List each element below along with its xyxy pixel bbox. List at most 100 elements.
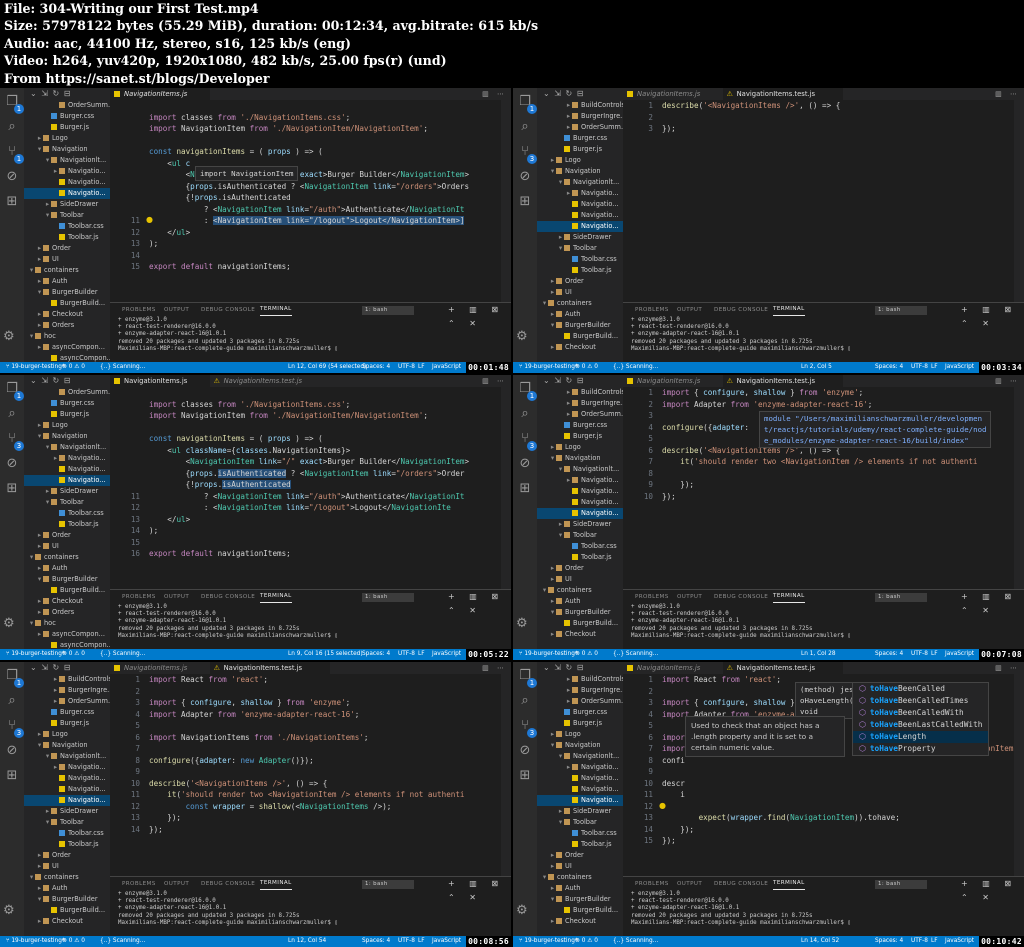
status-lang[interactable]: JavaScript: [432, 362, 461, 373]
search-icon[interactable]: ⌕: [3, 406, 21, 422]
tree-item[interactable]: ▾ BurgerBuilder: [24, 287, 110, 298]
twistie-icon[interactable]: ▸: [52, 685, 59, 696]
twistie-icon[interactable]: ▸: [36, 243, 43, 254]
panel-tab-debug-console[interactable]: DEBUG CONSOLE: [714, 590, 768, 604]
search-icon[interactable]: ⌕: [516, 406, 534, 422]
twistie-icon[interactable]: ▾: [36, 431, 43, 442]
status-position[interactable]: Ln 9, Col 16 (15 selected): [288, 649, 363, 660]
twistie-icon[interactable]: ▾: [549, 320, 556, 331]
status-branch[interactable]: ⑂ 19-burger-testing*: [6, 936, 65, 947]
tree-item[interactable]: asyncCompon...: [24, 353, 110, 362]
twistie-icon[interactable]: ▾: [557, 817, 564, 828]
minimap[interactable]: [1014, 100, 1024, 302]
tree-item[interactable]: ▸ BurgerIngre...: [24, 685, 110, 696]
twistie-icon[interactable]: ▸: [549, 574, 556, 585]
tree-item[interactable]: Navigatio...: [537, 773, 623, 784]
editor-tab[interactable]: ⚠ NavigationItems.test.js: [722, 88, 844, 100]
tree-item[interactable]: ▾ BurgerBuilder: [537, 607, 623, 618]
status-problems[interactable]: ⊗ 0 ⚠ 0: [62, 362, 85, 373]
twistie-icon[interactable]: ▸: [549, 342, 556, 353]
panel-tab-output[interactable]: OUTPUT: [677, 303, 702, 317]
split-editor-icon[interactable]: ▥ ⋯: [995, 375, 1020, 387]
extensions-icon[interactable]: ⊞: [3, 481, 21, 497]
tree-item[interactable]: ▸ SideDrawer: [537, 519, 623, 530]
terminal-select[interactable]: 1: bash: [362, 593, 414, 602]
extensions-icon[interactable]: ⊞: [3, 194, 21, 210]
tree-item[interactable]: ▸ Navigatio...: [24, 166, 110, 177]
status-problems[interactable]: ⊗ 0 ⚠ 0: [62, 936, 85, 947]
terminal-actions[interactable]: + ▥ ⊠ ⌃ ✕: [961, 303, 1024, 331]
panel-tab-output[interactable]: OUTPUT: [164, 877, 189, 891]
files-icon[interactable]: ❐ 1: [516, 381, 537, 401]
twistie-icon[interactable]: ▸: [565, 188, 572, 199]
tree-item[interactable]: Navigatio...: [24, 784, 110, 795]
tree-item[interactable]: Burger.js: [537, 144, 623, 155]
twistie-icon[interactable]: ▸: [36, 883, 43, 894]
twistie-icon[interactable]: ▾: [44, 210, 51, 221]
twistie-icon[interactable]: ▾: [549, 166, 556, 177]
split-editor-icon[interactable]: ▥ ⋯: [995, 88, 1020, 100]
twistie-icon[interactable]: ▸: [36, 850, 43, 861]
status-position[interactable]: Ln 1, Col 28: [801, 649, 836, 660]
twistie-icon[interactable]: ▸: [36, 320, 43, 331]
twistie-icon[interactable]: ▸: [36, 596, 43, 607]
panel-tab-terminal[interactable]: TERMINAL: [773, 303, 805, 316]
editor-tab[interactable]: ⚠ NavigationItems.test.js: [722, 375, 844, 387]
tree-item[interactable]: ▾ containers: [537, 585, 623, 596]
editor-tab[interactable]: ⚠ NavigationItems.test.js: [722, 662, 844, 674]
status-branch[interactable]: ⑂ 19-burger-testing*: [519, 362, 578, 373]
panel-tab-problems[interactable]: PROBLEMS: [635, 877, 669, 891]
source-control-icon[interactable]: ⑂ 3: [3, 431, 24, 451]
tree-item[interactable]: ▸ Checkout: [24, 596, 110, 607]
tree-item[interactable]: ▸ Auth: [24, 563, 110, 574]
twistie-icon[interactable]: ▸: [565, 100, 572, 111]
twistie-icon[interactable]: ▾: [557, 530, 564, 541]
tree-item[interactable]: BurgerBuild...: [24, 905, 110, 916]
editor-tab[interactable]: NavigationItems.js: [110, 662, 210, 674]
twistie-icon[interactable]: ▾: [44, 817, 51, 828]
tree-item[interactable]: Navigatio...: [24, 188, 110, 199]
status-lang[interactable]: JavaScript: [945, 362, 974, 373]
tree-item[interactable]: ▸ OrderSumm...: [537, 122, 623, 133]
twistie-icon[interactable]: ▸: [549, 442, 556, 453]
tree-item[interactable]: ▾ Navigation: [24, 144, 110, 155]
tree-item[interactable]: ▸ UI: [537, 287, 623, 298]
status-enc[interactable]: UTF-8: [911, 936, 928, 947]
editor-tab[interactable]: ⚠ NavigationItems.test.js: [210, 375, 331, 387]
twistie-icon[interactable]: ▾: [44, 442, 51, 453]
tree-item[interactable]: ▸ BurgerIngre...: [537, 685, 623, 696]
tree-item[interactable]: ▾ hoc: [24, 618, 110, 629]
status-lang[interactable]: JavaScript: [432, 936, 461, 947]
panel-tab-debug-console[interactable]: DEBUG CONSOLE: [714, 303, 768, 317]
twistie-icon[interactable]: ▾: [541, 872, 548, 883]
twistie-icon[interactable]: ▸: [36, 133, 43, 144]
tree-item[interactable]: OrderSumm...: [24, 100, 110, 111]
panel-tab-problems[interactable]: PROBLEMS: [122, 303, 156, 317]
tree-item[interactable]: Toolbar.css: [537, 541, 623, 552]
panel-tab-debug-console[interactable]: DEBUG CONSOLE: [201, 877, 255, 891]
panel-tab-problems[interactable]: PROBLEMS: [635, 590, 669, 604]
settings-gear-icon[interactable]: ⚙: [3, 903, 15, 918]
tree-item[interactable]: ▸ asyncCompon...: [24, 342, 110, 353]
tree-item[interactable]: ▾ Navigation: [537, 166, 623, 177]
minimap[interactable]: [501, 100, 511, 302]
twistie-icon[interactable]: ▸: [36, 607, 43, 618]
tree-item[interactable]: asyncCompon...: [24, 640, 110, 649]
tree-item[interactable]: Navigatio...: [24, 177, 110, 188]
tree-item[interactable]: ▸ UI: [537, 861, 623, 872]
tree-item[interactable]: Navigatio...: [537, 486, 623, 497]
panel-tab-output[interactable]: OUTPUT: [164, 303, 189, 317]
twistie-icon[interactable]: ▾: [541, 298, 548, 309]
status-spaces[interactable]: Spaces: 4: [875, 362, 903, 373]
twistie-icon[interactable]: ▸: [565, 696, 572, 707]
tree-item[interactable]: ▾ containers: [24, 872, 110, 883]
files-icon[interactable]: ❐ 1: [516, 94, 537, 114]
explorer-toolbar[interactable]: ⌄ ⇲ ↻ ⊟: [537, 88, 623, 100]
tree-item[interactable]: ▸ Auth: [537, 309, 623, 320]
tree-item[interactable]: ▸ Checkout: [24, 309, 110, 320]
tree-item[interactable]: ▸ SideDrawer: [24, 806, 110, 817]
tree-item[interactable]: ▸ Checkout: [24, 916, 110, 927]
status-eol[interactable]: LF: [931, 649, 938, 660]
extensions-icon[interactable]: ⊞: [516, 768, 534, 784]
explorer-toolbar[interactable]: ⌄ ⇲ ↻ ⊟: [24, 662, 110, 674]
